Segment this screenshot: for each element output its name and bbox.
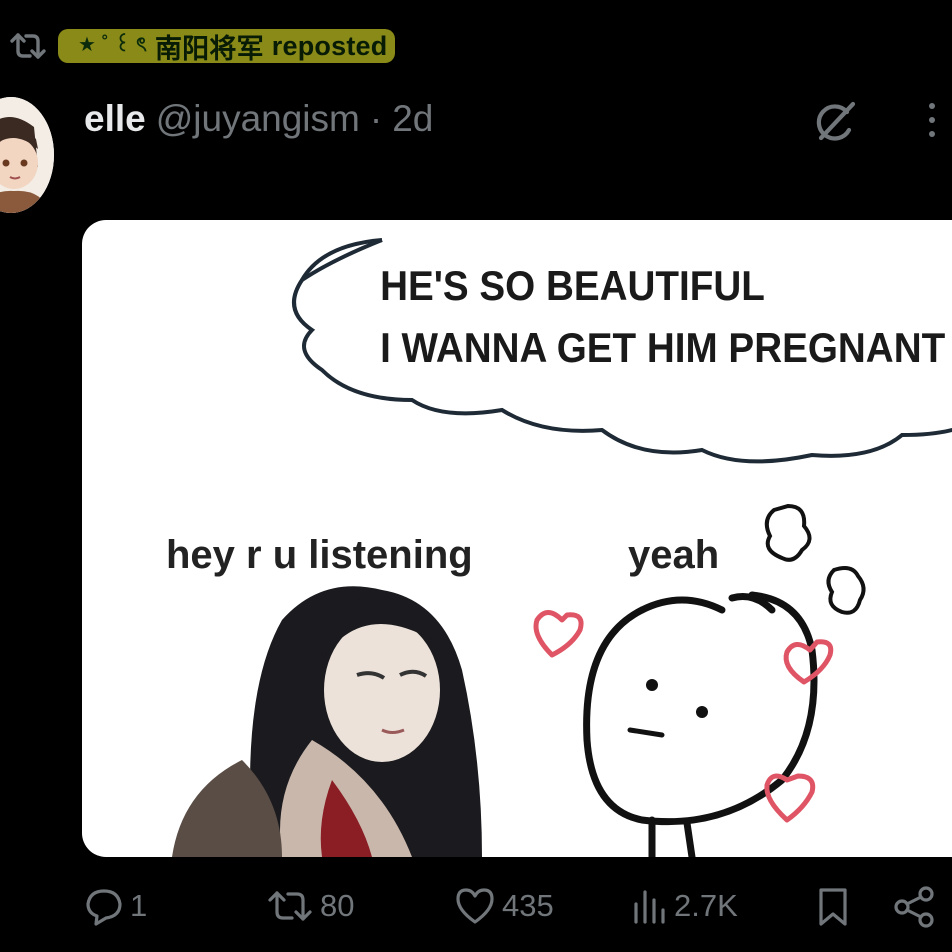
header-separator: · bbox=[369, 98, 383, 139]
share-button[interactable] bbox=[892, 886, 936, 928]
avatar-illustration bbox=[0, 97, 54, 213]
blob-mouth bbox=[627, 727, 665, 738]
action-bar: 1 80 435 2.7K bbox=[0, 880, 952, 940]
tweet-timestamp[interactable]: 2d bbox=[392, 98, 433, 140]
repost-count: 80 bbox=[320, 888, 355, 923]
like-icon bbox=[456, 888, 494, 924]
reply-count: 1 bbox=[130, 888, 148, 923]
bookmark-icon bbox=[819, 888, 847, 926]
tweet-header: elle @juyangism · 2d bbox=[84, 98, 433, 140]
anime-character bbox=[172, 586, 482, 857]
reposted-text: reposted bbox=[271, 30, 388, 61]
like-button[interactable]: 435 bbox=[454, 886, 554, 926]
repost-decoration: ★ ˚ ꒰ ৎ bbox=[78, 33, 147, 56]
reposted-by-label[interactable]: ★ ˚ ꒰ ৎ 南阳将军 reposted bbox=[58, 29, 396, 64]
blob-character bbox=[583, 591, 818, 857]
blob-eye-right bbox=[696, 706, 708, 718]
more-icon[interactable] bbox=[920, 100, 944, 144]
author-name[interactable]: elle bbox=[84, 98, 146, 140]
share-icon bbox=[894, 886, 934, 928]
heart-2 bbox=[783, 639, 834, 685]
view-count: 2.7K bbox=[674, 888, 738, 923]
views-icon bbox=[634, 890, 665, 924]
thought-line-1: HE'S SO BEAUTIFUL bbox=[380, 261, 765, 309]
views-button[interactable]: 2.7K bbox=[632, 886, 738, 926]
repost-row[interactable]: ★ ˚ ꒰ ৎ 南阳将军 reposted bbox=[8, 26, 396, 66]
thought-line-2: I WANNA GET HIM PREGNANT bbox=[380, 323, 945, 371]
author-handle[interactable]: @juyangism bbox=[156, 98, 360, 140]
reply-button[interactable]: 1 bbox=[84, 886, 147, 926]
reposter-name: 南阳将军 bbox=[154, 33, 264, 64]
avatar[interactable] bbox=[0, 97, 54, 213]
reply-icon bbox=[86, 889, 122, 926]
repost-button[interactable]: 80 bbox=[266, 886, 354, 926]
repost-icon bbox=[268, 891, 312, 921]
heart-1 bbox=[533, 610, 584, 658]
small-cloud-2 bbox=[826, 566, 866, 615]
small-cloud-1 bbox=[764, 503, 812, 562]
blob-eye-left bbox=[646, 679, 658, 691]
left-caption: hey r u listening bbox=[166, 533, 473, 577]
like-count: 435 bbox=[502, 888, 554, 923]
right-caption: yeah bbox=[628, 533, 719, 577]
bookmark-button[interactable] bbox=[816, 886, 850, 928]
retweet-icon bbox=[10, 33, 46, 59]
tweet-media[interactable]: HE'S SO BEAUTIFUL I WANNA GET HIM PREGNA… bbox=[82, 220, 952, 857]
grok-icon[interactable] bbox=[811, 98, 859, 146]
meme-image: HE'S SO BEAUTIFUL I WANNA GET HIM PREGNA… bbox=[166, 238, 952, 857]
